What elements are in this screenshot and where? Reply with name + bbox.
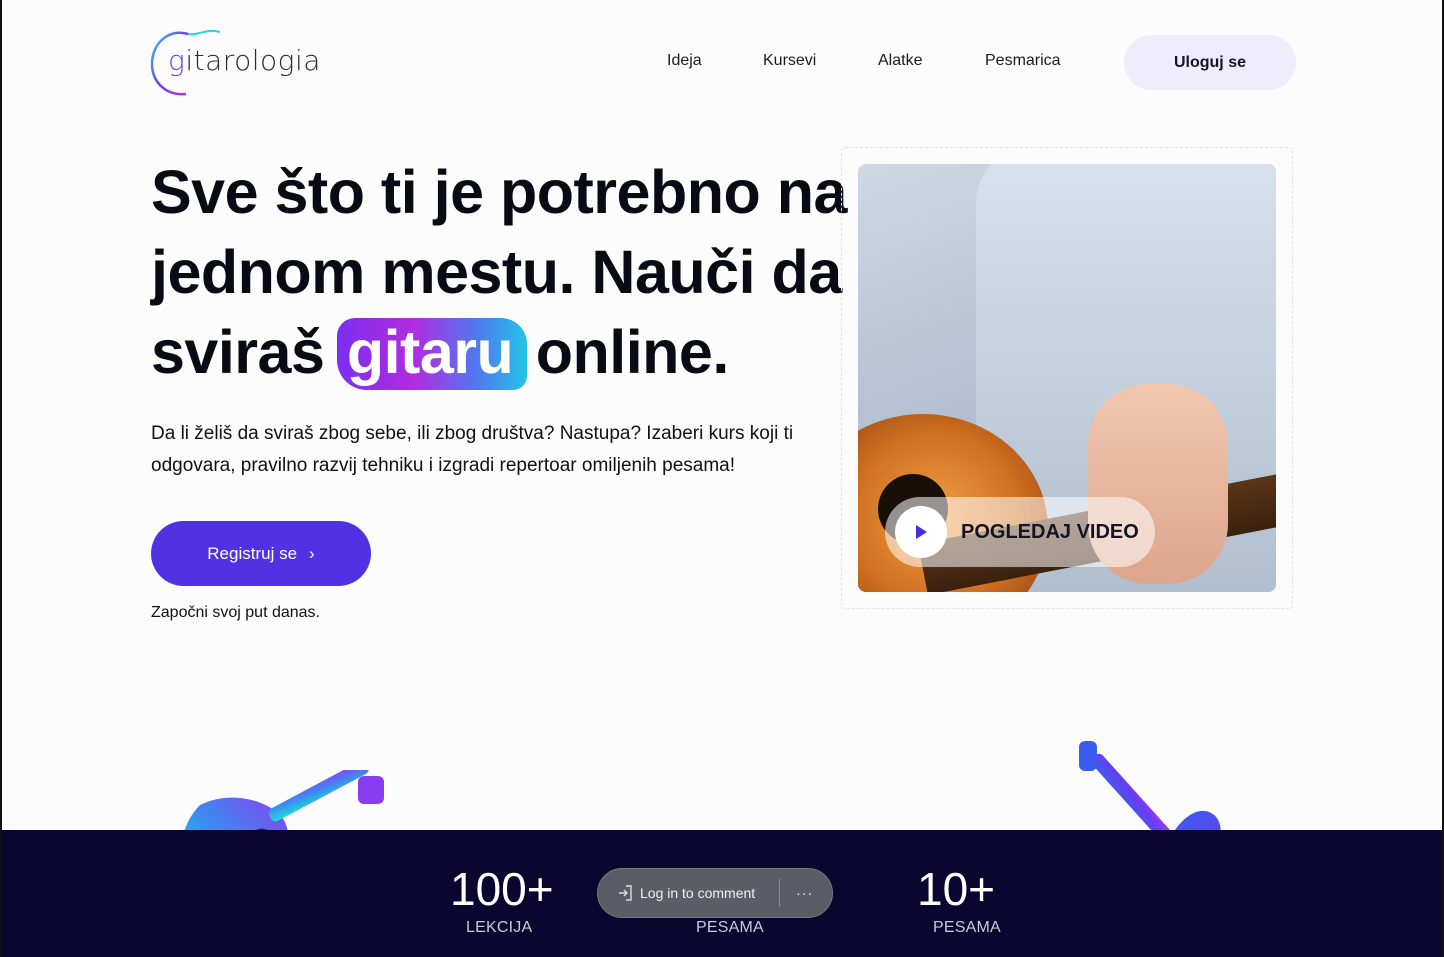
hero-title-line-1: Sve što ti je potrebno na [151, 158, 847, 226]
hero-title-highlight: gitaru [336, 312, 528, 392]
log-in-to-comment-widget[interactable]: Log in to comment ··· [597, 868, 833, 918]
play-circle [895, 506, 947, 558]
nav-item-pesmarica[interactable]: Pesmarica [985, 52, 1061, 70]
chevron-right-icon: › [309, 543, 315, 563]
nav-item-alatke[interactable]: Alatke [878, 52, 922, 70]
register-button-label: Registruj se [207, 543, 298, 563]
more-options-icon[interactable]: ··· [796, 885, 813, 901]
play-video-label: POGLEDAJ VIDEO [961, 520, 1139, 543]
register-button[interactable]: Registruj se › [151, 521, 371, 586]
login-button[interactable]: Uloguj se [1124, 35, 1296, 90]
comment-widget-divider [779, 879, 781, 907]
logo-text: gitarologia [168, 44, 321, 77]
stat-lessons-label: LEKCIJA [466, 919, 533, 936]
page-border-left [0, 0, 2, 957]
stat-songs-label: PESAMA [696, 919, 764, 936]
log-in-icon [619, 885, 632, 901]
logo[interactable]: gitarologia [148, 26, 328, 98]
log-in-to-comment-label: Log in to comment [640, 885, 756, 901]
start-note: Započni svoj put danas. [151, 604, 320, 621]
play-video-button[interactable]: POGLEDAJ VIDEO [885, 497, 1155, 567]
hero-title-line-2: jednom mestu. Nauči da [151, 238, 842, 306]
hero-title-line-3: sviraš gitaru online. [151, 312, 841, 392]
hero-description: Da li želiš da sviraš zbog sebe, ili zbo… [151, 423, 794, 476]
nav-item-kursevi[interactable]: Kursevi [763, 52, 816, 70]
stat-songs-value: 10+ [917, 863, 996, 915]
play-icon [916, 525, 927, 539]
stat-songs-label-2: PESAMA [933, 919, 1001, 936]
stat-lessons-value: 100+ [450, 863, 554, 915]
hero-title: Sve što ti je potrebno na jednom mestu. … [151, 152, 847, 392]
nav-item-ideja[interactable]: Ideja [667, 52, 702, 70]
